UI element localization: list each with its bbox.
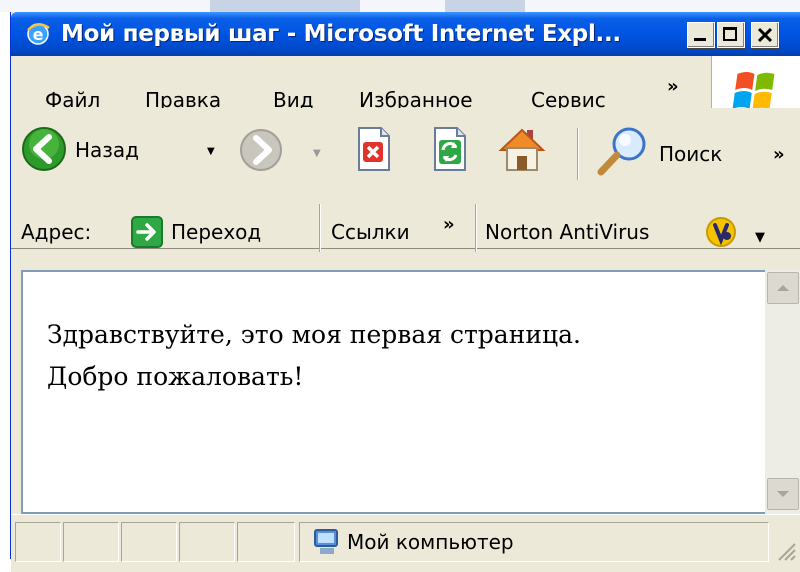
- back-dropdown-icon[interactable]: ▼: [207, 146, 215, 157]
- toolbar-separator: [577, 128, 579, 180]
- minimize-icon: [694, 38, 706, 41]
- page-text-line1: Здравствуйте, это моя первая страница.: [47, 320, 581, 349]
- scroll-up-icon: [777, 285, 789, 291]
- close-icon: [757, 27, 773, 43]
- svg-text:e: e: [33, 25, 44, 44]
- links-overflow-chevron[interactable]: »: [443, 214, 455, 235]
- back-arrow-icon: [22, 127, 66, 171]
- stop-button[interactable]: [353, 126, 393, 176]
- addressbar-separator: [475, 204, 477, 252]
- background-shape: [210, 0, 360, 12]
- status-panel: [237, 522, 295, 562]
- scroll-down-button[interactable]: [767, 478, 799, 510]
- addressbar-separator: [319, 204, 321, 252]
- menu-overflow-chevron[interactable]: »: [667, 76, 679, 97]
- vertical-scrollbar[interactable]: [765, 270, 800, 514]
- background-shape: [445, 0, 525, 12]
- back-button[interactable]: Назад: [21, 126, 139, 176]
- norton-button[interactable]: [705, 216, 739, 252]
- page-content[interactable]: Здравствуйте, это моя первая страница. Д…: [21, 270, 765, 514]
- status-panel: [63, 522, 119, 562]
- norton-dropdown-icon[interactable]: ▼: [755, 230, 765, 245]
- ie-logo-icon: e: [27, 23, 50, 45]
- links-label[interactable]: Ссылки: [331, 220, 410, 244]
- back-label: Назад: [75, 138, 140, 162]
- title-bar[interactable]: e Мой первый шаг - Microsoft Internet Ex…: [11, 12, 800, 56]
- forward-button[interactable]: [239, 128, 285, 176]
- forward-arrow-icon: [240, 129, 282, 171]
- stop-icon: [358, 127, 390, 171]
- desktop-strip: [0, 0, 800, 12]
- norton-label[interactable]: Norton AntiVirus: [485, 220, 649, 244]
- home-button[interactable]: [497, 124, 547, 178]
- status-zone-label: Мой компьютер: [347, 530, 514, 554]
- status-panel: [121, 522, 177, 562]
- toolbar-overflow-chevron[interactable]: »: [773, 144, 785, 165]
- status-panel: [179, 522, 235, 562]
- page-text-line2: Добро пожаловать!: [47, 362, 304, 391]
- maximize-button[interactable]: [717, 22, 745, 48]
- scroll-down-icon: [777, 491, 789, 497]
- refresh-icon: [434, 127, 466, 171]
- ie-window: e Мой первый шаг - Microsoft Internet Ex…: [10, 12, 800, 572]
- search-icon: [597, 127, 646, 176]
- refresh-button[interactable]: [429, 126, 469, 176]
- minimize-button[interactable]: [687, 22, 715, 48]
- forward-dropdown-icon[interactable]: ▼: [313, 148, 321, 159]
- close-button[interactable]: [751, 22, 779, 48]
- maximize-icon: [723, 27, 737, 41]
- go-arrow-icon: [131, 216, 163, 248]
- address-label: Адрес:: [21, 220, 92, 244]
- search-label: Поиск: [659, 142, 723, 166]
- home-icon: [498, 128, 546, 171]
- scroll-up-button[interactable]: [767, 272, 799, 304]
- go-label: Переход: [171, 220, 262, 244]
- go-button[interactable]: Переход: [131, 216, 261, 252]
- my-computer-icon: [314, 529, 338, 554]
- norton-icon: [706, 217, 736, 247]
- window-title: Мой первый шаг - Microsoft Internet Expl…: [61, 21, 621, 47]
- search-button[interactable]: Поиск: [593, 124, 722, 182]
- status-panel: [15, 522, 61, 562]
